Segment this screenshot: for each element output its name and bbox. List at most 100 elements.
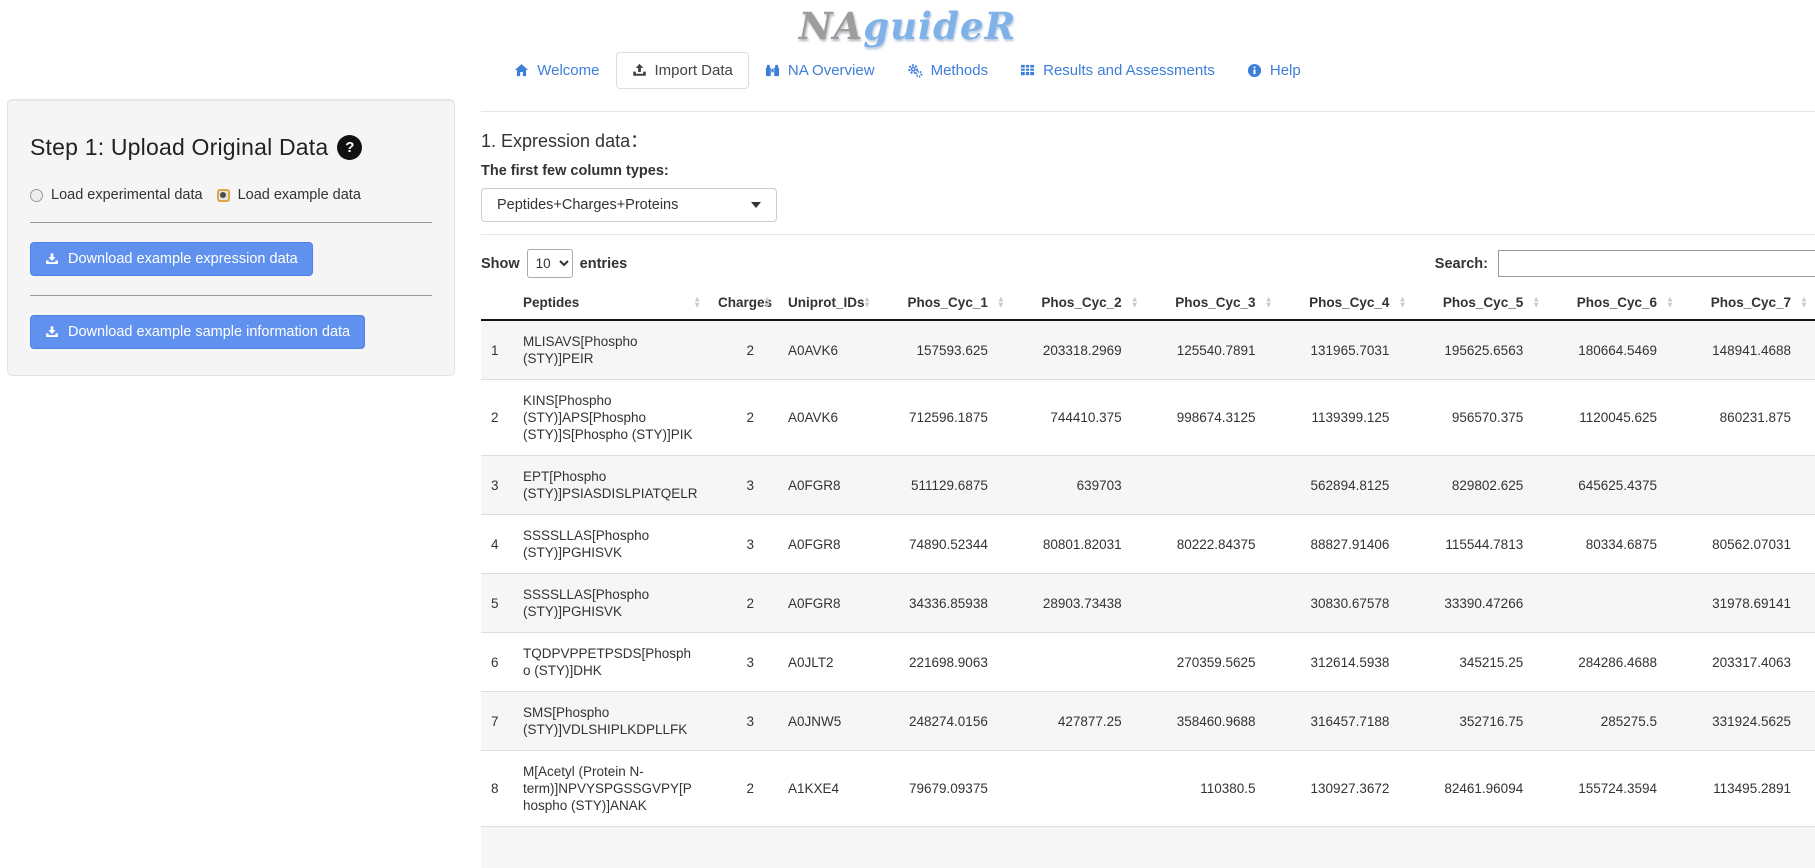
- tab-import-data[interactable]: Import Data: [616, 52, 749, 89]
- column-header-phos_cyc_3[interactable]: Phos_Cyc_3▲▼: [1146, 286, 1280, 320]
- column-header-phos_cyc_1[interactable]: Phos_Cyc_1▲▼: [878, 286, 1012, 320]
- radio-load-example-data[interactable]: Load example data: [217, 187, 361, 203]
- cell-peptide: EPT[Phospho (STY)]PSIASDISLPIATQELR: [513, 456, 708, 515]
- column-header-phos_cyc_6[interactable]: Phos_Cyc_6▲▼: [1547, 286, 1681, 320]
- cell-rownum: 1: [481, 320, 513, 380]
- cell-phos-cyc-4: 316457.7188: [1280, 692, 1414, 751]
- download-button-1[interactable]: Download example expression data: [30, 242, 313, 276]
- cell-charges: 3: [708, 692, 778, 751]
- radio-label: Load experimental data: [51, 187, 203, 203]
- cell-peptide: MLISAVS[Phospho (STY)]PEIR: [513, 320, 708, 380]
- cell-phos-cyc-4: 312614.5938: [1280, 633, 1414, 692]
- cell-phos-cyc-1: 221698.9063: [878, 633, 1012, 692]
- cell-phos-cyc-4: 88827.91406: [1280, 515, 1414, 574]
- cell-phos-cyc-7: 148941.4688: [1681, 320, 1815, 380]
- tab-label: Results and Assessments: [1043, 62, 1215, 79]
- column-header-phos_cyc_7[interactable]: Phos_Cyc_7▲▼: [1681, 286, 1815, 320]
- cell-rownum: 2: [481, 380, 513, 456]
- tab-methods[interactable]: Methods: [891, 52, 1005, 89]
- cell-charges: 3: [708, 633, 778, 692]
- download-icon: [45, 325, 59, 339]
- column-label: Phos_Cyc_6: [1577, 295, 1657, 310]
- cell-clipped: [1413, 827, 1547, 868]
- radio-load-experimental-data[interactable]: Load experimental data: [30, 187, 203, 203]
- column-types-label: The first few column types:: [481, 163, 1815, 179]
- gears-icon: [907, 63, 923, 78]
- app-logo: NAguideR: [0, 0, 1815, 50]
- cell-phos-cyc-7: 80562.07031: [1681, 515, 1815, 574]
- table-row: 4SSSSLLAS[Phospho (STY)]PGHISVK3A0FGR874…: [481, 515, 1815, 574]
- cell-uniprot-id: A0FGR8: [778, 515, 878, 574]
- table-row: 8M[Acetyl (Protein N-term)]NPVYSPGSSGVPY…: [481, 751, 1815, 827]
- sidebar-panel: Step 1: Upload Original Data ? Load expe…: [7, 99, 455, 376]
- column-header-phos_cyc_4[interactable]: Phos_Cyc_4▲▼: [1280, 286, 1414, 320]
- cell-phos-cyc-5: 33390.47266: [1413, 574, 1547, 633]
- search-input[interactable]: [1498, 250, 1815, 277]
- main-divider-top: [481, 111, 1815, 112]
- cell-rownum: 5: [481, 574, 513, 633]
- home-icon: [514, 63, 529, 78]
- cell-phos-cyc-6: 645625.4375: [1547, 456, 1681, 515]
- column-header-rownum: [481, 286, 513, 320]
- table-search-control: Search:: [1435, 250, 1815, 277]
- download-button-2[interactable]: Download example sample information data: [30, 315, 365, 349]
- upload-icon: [632, 63, 647, 78]
- entries-select[interactable]: 10: [527, 249, 573, 278]
- tab-welcome[interactable]: Welcome: [498, 52, 615, 89]
- cell-phos-cyc-4: 562894.8125: [1280, 456, 1414, 515]
- cell-phos-cyc-6: 180664.5469: [1547, 320, 1681, 380]
- cell-clipped: [708, 827, 778, 868]
- radio-label: Load example data: [238, 187, 361, 203]
- cell-clipped: [1681, 827, 1815, 868]
- cell-phos-cyc-6: 285275.5: [1547, 692, 1681, 751]
- cell-phos-cyc-3: [1146, 456, 1280, 515]
- cell-peptide: SSSSLLAS[Phospho (STY)]PGHISVK: [513, 515, 708, 574]
- data-source-radio-group: Load experimental data Load example data: [30, 187, 432, 203]
- column-label: Phos_Cyc_5: [1443, 295, 1523, 310]
- column-header-phos_cyc_5[interactable]: Phos_Cyc_5▲▼: [1413, 286, 1547, 320]
- cell-phos-cyc-1: 248274.0156: [878, 692, 1012, 751]
- column-header-phos_cyc_2[interactable]: Phos_Cyc_2▲▼: [1012, 286, 1146, 320]
- radio-selected-icon[interactable]: [217, 189, 230, 202]
- cell-charges: 3: [708, 456, 778, 515]
- section-heading: 1. Expression data：: [481, 127, 1815, 153]
- column-label: Phos_Cyc_4: [1309, 295, 1389, 310]
- main-content: 1. Expression data： The first few column…: [455, 99, 1815, 868]
- cell-rownum: 4: [481, 515, 513, 574]
- column-header-charges[interactable]: Charges▲▼: [708, 286, 778, 320]
- nav-tabs: WelcomeImport DataNA OverviewMethods Resu…: [0, 50, 1815, 90]
- column-header-uniprot_ids[interactable]: Uniprot_IDs▲▼: [778, 286, 878, 320]
- entries-label: entries: [580, 256, 628, 272]
- cell-phos-cyc-3: [1146, 574, 1280, 633]
- column-label: Phos_Cyc_3: [1175, 295, 1255, 310]
- tab-na-overview[interactable]: NA Overview: [749, 52, 891, 89]
- column-header-peptides[interactable]: Peptides▲▼: [513, 286, 708, 320]
- cell-rownum: 6: [481, 633, 513, 692]
- table-row: 5SSSSLLAS[Phospho (STY)]PGHISVK2A0FGR834…: [481, 574, 1815, 633]
- chevron-down-icon: [751, 202, 761, 208]
- cell-phos-cyc-2: 639703: [1012, 456, 1146, 515]
- tab-results-and-assessments[interactable]: Results and Assessments: [1004, 52, 1231, 89]
- cell-phos-cyc-1: 79679.09375: [878, 751, 1012, 827]
- question-circle-icon[interactable]: ?: [337, 135, 362, 160]
- cell-uniprot-id: A0JLT2: [778, 633, 878, 692]
- logo-part-na: NA: [799, 4, 864, 48]
- cell-phos-cyc-3: 998674.3125: [1146, 380, 1280, 456]
- cell-charges: 2: [708, 380, 778, 456]
- sidebar-buttons: Download example expression data Download…: [30, 242, 432, 349]
- show-label: Show: [481, 256, 520, 272]
- button-label: Download example expression data: [68, 251, 298, 267]
- cell-rownum: 3: [481, 456, 513, 515]
- column-types-select[interactable]: Peptides+Charges+Proteins: [481, 188, 777, 222]
- cell-peptide: SMS[Phospho (STY)]VDLSHIPLKDPLLFK: [513, 692, 708, 751]
- cell-clipped: [878, 827, 1012, 868]
- cell-uniprot-id: A0AVK6: [778, 380, 878, 456]
- radio-unselected-icon[interactable]: [30, 189, 43, 202]
- cell-peptide: SSSSLLAS[Phospho (STY)]PGHISVK: [513, 574, 708, 633]
- expression-data-table: Peptides▲▼Charges▲▼Uniprot_IDs▲▼Phos_Cyc…: [481, 286, 1815, 868]
- cell-phos-cyc-5: 115544.7813: [1413, 515, 1547, 574]
- table-row: 6TQDPVPPETPSDS[Phospho (STY)]DHK3A0JLT22…: [481, 633, 1815, 692]
- tab-help[interactable]: Help: [1231, 52, 1317, 89]
- cell-clipped: [1547, 827, 1681, 868]
- cell-phos-cyc-5: 345215.25: [1413, 633, 1547, 692]
